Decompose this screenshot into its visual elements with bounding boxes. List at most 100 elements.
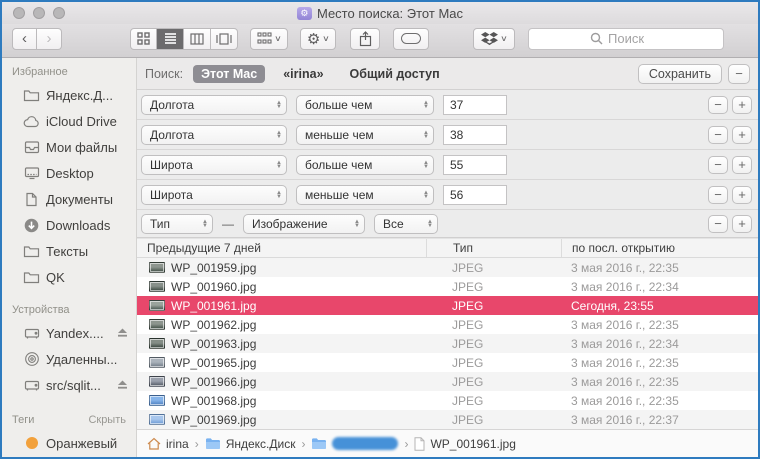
criterion-attribute-select[interactable]: Тип ▲ ▼ [141, 213, 213, 234]
sidebar-item[interactable]: Desktop [2, 160, 136, 186]
desktop-icon [23, 165, 40, 182]
sidebar-tag-item[interactable]: Оранжевый [2, 430, 136, 456]
add-criterion-button[interactable]: + [732, 155, 752, 174]
coverflow-view-button[interactable] [211, 27, 238, 50]
eject-icon[interactable] [117, 326, 128, 341]
path-item-file[interactable]: WP_001961.jpg [414, 436, 516, 451]
column-view-button[interactable] [184, 27, 211, 50]
sidebar-item[interactable]: Downloads [2, 212, 136, 238]
path-item-home[interactable]: irina [147, 437, 189, 451]
arrange-menu-button[interactable]: ∨ [250, 27, 288, 50]
sidebar-tag-item[interactable]: Красный [2, 456, 136, 457]
criterion-operator-select[interactable]: больше чем ▲ ▼ [296, 94, 434, 115]
sidebar-device-item[interactable]: src/sqlit... [2, 372, 136, 398]
hide-tags-button[interactable]: Скрыть [88, 414, 126, 426]
sidebar-device-item[interactable]: Удаленны... [2, 346, 136, 372]
file-row[interactable]: WP_001961.jpg JPEG Сегодня, 23:55 [137, 296, 758, 315]
window-title: Место поиска: Этот Mac [316, 5, 464, 21]
criterion-attribute-select[interactable]: Долгота ▲ ▼ [141, 94, 287, 115]
toolbar-search-field[interactable] [528, 27, 725, 50]
file-row[interactable]: WP_001959.jpg JPEG 3 мая 2016 г., 22:35 [137, 258, 758, 277]
folder-icon [23, 87, 40, 104]
search-criteria: Долгота ▲▼ больше чем ▲▼ − + [137, 90, 758, 238]
scope-this-mac[interactable]: Этот Mac [193, 64, 266, 83]
file-row[interactable]: WP_001962.jpg JPEG 3 мая 2016 г., 22:35 [137, 315, 758, 334]
path-item-folder[interactable]: Яндекс.Диск [205, 437, 295, 451]
remove-criterion-button[interactable]: − [708, 214, 728, 233]
sidebar-item[interactable]: QK [2, 264, 136, 290]
toolbar: ‹ › ∨ ⚙ ∨ ∨ Поиск [2, 24, 758, 58]
add-criterion-button[interactable]: + [732, 185, 752, 204]
remove-criterion-button[interactable]: − [708, 155, 728, 174]
criterion-operator-select[interactable]: больше чем ▲ ▼ [296, 154, 434, 175]
folder-icon [312, 438, 327, 449]
eject-icon[interactable] [117, 378, 128, 393]
sidebar-device-item[interactable]: Yandex.... [2, 320, 136, 346]
file-icon [414, 436, 425, 451]
remove-criterion-button[interactable]: − [708, 95, 728, 114]
column-header-type[interactable]: Тип [426, 239, 561, 257]
add-criterion-button[interactable]: + [732, 214, 752, 233]
column-header-opened[interactable]: по посл. открытию [561, 239, 758, 257]
add-criterion-button[interactable]: + [732, 95, 752, 114]
sidebar-item[interactable]: Документы [2, 186, 136, 212]
sidebar-devices-header: Устройства [12, 304, 70, 316]
criterion-subkind-select[interactable]: Все ▲ ▼ [374, 213, 438, 234]
forward-button[interactable]: › [37, 27, 62, 50]
file-row[interactable]: WP_001968.jpg JPEG 3 мая 2016 г., 22:35 [137, 391, 758, 410]
file-name: WP_001969.jpg [171, 412, 257, 427]
file-row[interactable]: WP_001965.jpg JPEG 3 мая 2016 г., 22:35 [137, 353, 758, 372]
criterion-kind-select[interactable]: Изображение ▲ ▼ [243, 213, 365, 234]
scope-shared[interactable]: Общий доступ [342, 65, 448, 83]
save-search-button[interactable]: Сохранить [637, 63, 722, 84]
search-criterion-row: Долгота ▲▼ меньше чем ▲▼ − + [137, 120, 758, 150]
scope-user-folder[interactable]: «irina» [275, 65, 331, 83]
collapse-criteria-button[interactable]: − [728, 63, 750, 84]
file-row[interactable]: WP_001969.jpg JPEG 3 мая 2016 г., 22:37 [137, 410, 758, 429]
add-criterion-button[interactable]: + [732, 125, 752, 144]
file-name: WP_001963.jpg [171, 336, 257, 351]
file-thumbnail-icon [149, 319, 165, 330]
sidebar-item[interactable]: Мои файлы [2, 134, 136, 160]
file-thumbnail-icon [149, 376, 165, 387]
file-opened-date: 3 мая 2016 г., 22:35 [571, 393, 679, 408]
criterion-value-input[interactable] [443, 124, 507, 145]
file-opened-date: 3 мая 2016 г., 22:34 [571, 279, 679, 294]
dropbox-menu-button[interactable]: ∨ [473, 27, 516, 50]
sidebar-item[interactable]: Яндекс.Д... [2, 82, 136, 108]
criterion-attribute-select[interactable]: Широта ▲ ▼ [141, 184, 287, 205]
list-view-button[interactable] [157, 27, 184, 50]
file-row[interactable]: WP_001960.jpg JPEG 3 мая 2016 г., 22:34 [137, 277, 758, 296]
close-window-button[interactable] [13, 7, 25, 19]
criterion-value-input[interactable] [443, 184, 507, 205]
remove-criterion-button[interactable]: − [708, 125, 728, 144]
criterion-operator-select[interactable]: меньше чем ▲ ▼ [296, 184, 434, 205]
file-opened-date: 3 мая 2016 г., 22:35 [571, 355, 679, 370]
criterion-operator-select[interactable]: меньше чем ▲ ▼ [296, 124, 434, 145]
select-stepper-icon: ▲ ▼ [423, 189, 429, 200]
select-stepper-icon: ▲ ▼ [276, 159, 282, 170]
tags-button[interactable] [393, 27, 430, 50]
share-button[interactable] [350, 27, 381, 50]
sidebar-item[interactable]: iCloud Drive [2, 108, 136, 134]
traffic-lights [13, 7, 65, 19]
select-stepper-icon: ▲ ▼ [423, 129, 429, 140]
minimize-window-button[interactable] [33, 7, 45, 19]
action-menu-button[interactable]: ⚙ ∨ [299, 27, 337, 50]
icon-view-button[interactable] [130, 27, 157, 50]
remove-criterion-button[interactable]: − [708, 185, 728, 204]
path-item-censored-folder[interactable] [311, 437, 399, 450]
file-thumbnail-icon [149, 338, 165, 349]
zoom-window-button[interactable] [53, 7, 65, 19]
file-opened-date: 3 мая 2016 г., 22:37 [571, 412, 679, 427]
disk-icon [23, 325, 40, 342]
criterion-attribute-select[interactable]: Широта ▲ ▼ [141, 154, 287, 175]
file-row[interactable]: WP_001966.jpg JPEG 3 мая 2016 г., 22:35 [137, 372, 758, 391]
criterion-attribute-select[interactable]: Долгота ▲ ▼ [141, 124, 287, 145]
search-input[interactable] [528, 27, 725, 50]
back-button[interactable]: ‹ [12, 27, 37, 50]
criterion-value-input[interactable] [443, 154, 507, 175]
criterion-value-input[interactable] [443, 94, 507, 115]
file-row[interactable]: WP_001963.jpg JPEG 3 мая 2016 г., 22:34 [137, 334, 758, 353]
sidebar-item[interactable]: Тексты [2, 238, 136, 264]
